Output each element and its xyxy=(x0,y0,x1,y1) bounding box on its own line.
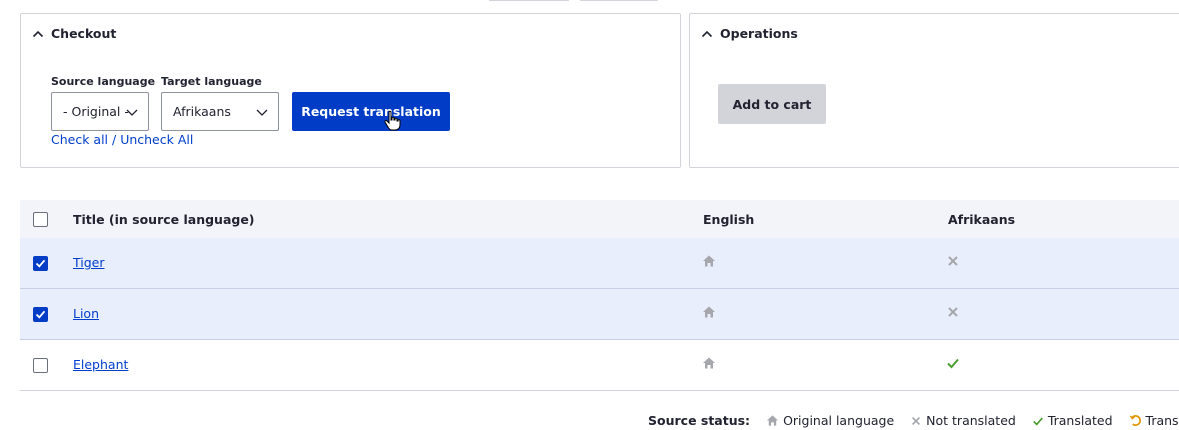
target-language-select[interactable]: Afrikaans xyxy=(161,92,279,131)
add-to-cart-button[interactable]: Add to cart xyxy=(718,84,826,124)
cross-icon xyxy=(912,416,921,425)
target-language-value: Afrikaans xyxy=(173,104,231,119)
outdated-icon xyxy=(1129,415,1141,426)
legend-original-label: Original language xyxy=(783,413,895,428)
table-row[interactable]: Elephant xyxy=(20,340,1179,391)
check-icon xyxy=(35,259,46,268)
legend-not-translated-label: Not translated xyxy=(926,413,1016,428)
check-icon xyxy=(1032,416,1043,426)
chevron-up-icon xyxy=(32,30,44,37)
target-language-label: Target language xyxy=(161,75,262,88)
legend-translated-label: Translated xyxy=(1047,413,1113,428)
chevron-down-icon xyxy=(126,109,138,116)
column-header-english: English xyxy=(703,212,755,227)
checkout-toggle[interactable]: Checkout xyxy=(31,26,116,41)
house-icon xyxy=(703,306,715,318)
translations-table: Title (in source language) English Afrik… xyxy=(20,200,1179,391)
operations-title: Operations xyxy=(720,26,798,41)
row-title-link[interactable]: Lion xyxy=(73,306,99,321)
cross-icon xyxy=(948,307,958,317)
house-icon xyxy=(703,357,715,369)
column-header-afrikaans: Afrikaans xyxy=(948,212,1016,227)
checkout-title: Checkout xyxy=(51,26,117,41)
row-title-link[interactable]: Elephant xyxy=(73,357,128,372)
legend-translated: Translated xyxy=(1032,413,1113,428)
legend-original: Original language xyxy=(766,413,894,428)
chevron-up-icon xyxy=(701,30,713,37)
row-checkbox[interactable] xyxy=(33,256,48,271)
legend-outdated: Translation C xyxy=(1129,413,1179,428)
operations-toggle[interactable]: Operations xyxy=(700,26,798,41)
legend-outdated-label: Translation C xyxy=(1145,413,1179,428)
row-checkbox[interactable] xyxy=(33,307,48,322)
source-language-select[interactable]: - Original - xyxy=(51,92,149,131)
house-icon xyxy=(766,415,779,426)
source-status-legend: Source status: Original language Not tra… xyxy=(648,413,1179,428)
source-language-label: Source language xyxy=(51,75,156,88)
request-translation-button[interactable]: Request translation xyxy=(292,92,450,131)
table-row[interactable]: Lion xyxy=(20,289,1179,340)
cross-icon xyxy=(948,256,958,266)
operations-panel: Operations Add to cart xyxy=(689,13,1179,168)
check-icon xyxy=(35,310,46,319)
check-all-link[interactable]: Check all / Uncheck All xyxy=(51,132,193,147)
chevron-down-icon xyxy=(256,109,268,116)
table-row[interactable]: Tiger xyxy=(20,238,1179,289)
source-language-value: - Original - xyxy=(63,104,129,119)
legend-label: Source status: xyxy=(648,413,751,428)
select-all-checkbox[interactable] xyxy=(33,212,48,227)
hand-pointer-icon xyxy=(384,110,401,131)
row-checkbox[interactable] xyxy=(33,358,48,373)
house-icon xyxy=(703,255,715,267)
top-control-stub xyxy=(580,0,658,1)
row-title-link[interactable]: Tiger xyxy=(73,255,105,270)
column-header-title: Title (in source language) xyxy=(73,212,255,227)
check-icon xyxy=(947,358,959,369)
checkout-panel: Checkout Source language - Original - Ta… xyxy=(20,13,681,168)
top-control-stub xyxy=(489,0,569,1)
table-header: Title (in source language) English Afrik… xyxy=(20,200,1179,238)
legend-not-translated: Not translated xyxy=(910,413,1016,428)
